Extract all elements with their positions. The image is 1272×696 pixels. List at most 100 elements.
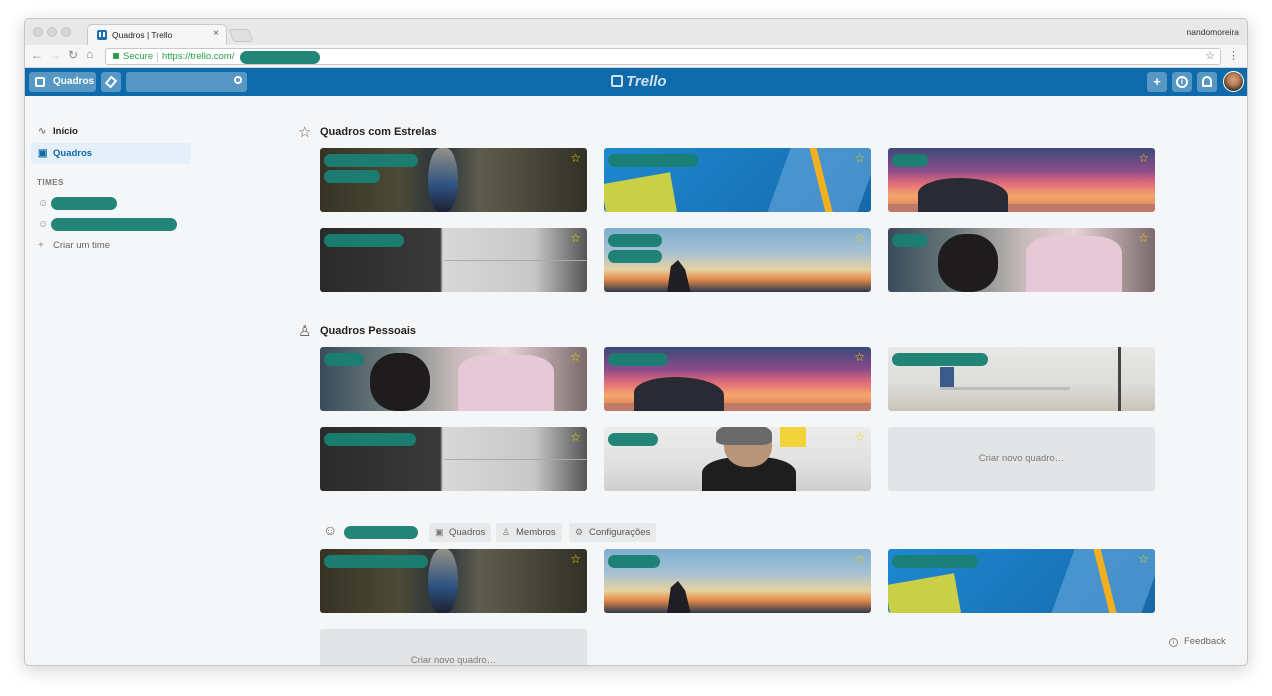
board-card[interactable]: ☆ <box>604 148 871 212</box>
minimize-window-dot[interactable] <box>47 27 57 37</box>
avatar[interactable] <box>1223 71 1244 92</box>
create-team-link[interactable]: + Criar um time <box>31 235 191 256</box>
close-window-dot[interactable] <box>33 27 43 37</box>
info-icon: i <box>1176 76 1188 88</box>
star-icon[interactable]: ☆ <box>1138 552 1149 566</box>
star-icon[interactable]: ☆ <box>854 231 865 245</box>
browser-menu-icon[interactable]: ⋮ <box>1228 49 1239 62</box>
person-icon: ♙ <box>502 527 511 537</box>
tab-team-boards[interactable]: ▣ Quadros <box>429 523 492 542</box>
star-icon[interactable]: ☆ <box>854 430 865 444</box>
browser-window: Quadros | Trello × nandomoreira ← → ↻ ⌂ … <box>24 18 1248 666</box>
star-icon[interactable]: ☆ <box>1138 151 1149 165</box>
redacted-team-title <box>344 526 418 539</box>
board-card[interactable]: ☆ <box>320 148 587 212</box>
tab-title: Quadros | Trello <box>112 30 173 40</box>
star-icon[interactable]: ☆ <box>570 231 581 245</box>
board-icon <box>35 77 45 87</box>
notifications-button[interactable] <box>1197 72 1217 92</box>
tag-icon <box>104 75 118 89</box>
tab-label: Configurações <box>589 527 651 538</box>
board-card[interactable]: ☆ <box>320 347 587 411</box>
redacted-team-name <box>51 197 117 210</box>
reload-icon[interactable]: ↻ <box>68 48 78 62</box>
search-icon[interactable] <box>234 76 242 84</box>
plus-icon: + <box>1153 74 1161 89</box>
star-icon[interactable]: ☆ <box>854 552 865 566</box>
starred-section-title: ☆ Quadros com Estrelas <box>298 124 437 141</box>
sidebar-item-label: Início <box>53 126 78 137</box>
star-icon[interactable]: ☆ <box>570 350 581 364</box>
board-card[interactable]: ☆ <box>320 549 587 613</box>
board-card[interactable]: ☆ <box>604 228 871 292</box>
address-bar[interactable]: Secure https://trello.com/ ☆ <box>105 48 1221 65</box>
create-team-board-button[interactable]: Criar novo quadro… <box>320 629 587 665</box>
trello-favicon <box>97 30 107 40</box>
header-search-input[interactable] <box>126 72 247 92</box>
add-button[interactable]: + <box>1147 72 1167 92</box>
boards-button-label: Quadros <box>53 76 95 87</box>
board-icon: ▣ <box>435 527 444 537</box>
info-button[interactable]: i <box>1172 72 1192 92</box>
gear-icon: ⚙ <box>575 527 584 537</box>
maximize-window-dot[interactable] <box>61 27 71 37</box>
personal-section-title: ♙ Quadros Pessoais <box>298 323 416 340</box>
star-icon[interactable]: ☆ <box>570 552 581 566</box>
feedback-label: Feedback <box>1184 636 1226 647</box>
tab-team-members[interactable]: ♙ Membros <box>496 523 562 542</box>
section-title-text: Quadros com Estrelas <box>320 126 437 138</box>
board-card[interactable]: ☆ <box>320 228 587 292</box>
board-card[interactable]: ☆ <box>888 228 1155 292</box>
bell-icon <box>1202 76 1212 87</box>
home-icon[interactable]: ⌂ <box>86 47 93 61</box>
trello-logo-icon <box>611 75 623 87</box>
team-icon: ☺ <box>38 198 49 209</box>
sidebar-item-quadros[interactable]: ▣ Quadros <box>31 143 191 164</box>
address-separator <box>157 52 158 62</box>
info-circle-icon: i <box>1169 638 1178 647</box>
browser-toolbar: ← → ↻ ⌂ Secure https://trello.com/ ☆ ⋮ <box>25 45 1247 68</box>
logo-text: Trello <box>626 73 667 90</box>
board-card[interactable]: ☆ <box>604 549 871 613</box>
star-icon[interactable]: ☆ <box>570 151 581 165</box>
board-card[interactable]: ☆ <box>604 427 871 491</box>
back-icon[interactable]: ← <box>31 48 43 62</box>
board-card[interactable]: ☆ <box>604 347 871 411</box>
team-icon: ☺ <box>38 219 49 230</box>
star-icon[interactable]: ☆ <box>854 151 865 165</box>
sidebar-team-2[interactable]: ☺ <box>31 214 191 235</box>
teams-heading: TIMES <box>37 178 64 187</box>
tab-team-settings[interactable]: ⚙ Configurações <box>569 523 657 542</box>
star-icon[interactable]: ☆ <box>1138 231 1149 245</box>
bookmark-star-icon[interactable]: ☆ <box>1205 49 1215 64</box>
create-board-button[interactable]: Criar novo quadro… <box>888 427 1155 491</box>
board-card[interactable] <box>888 347 1155 411</box>
sidebar-team-1[interactable]: ☺ <box>31 193 191 214</box>
person-icon: ♙ <box>298 323 312 340</box>
star-outline-icon: ☆ <box>298 124 312 141</box>
sidebar-item-inicio[interactable]: ∿ Início <box>31 121 191 142</box>
board-card[interactable]: ☆ <box>320 427 587 491</box>
tab-label: Membros <box>516 527 556 538</box>
tab-strip: Quadros | Trello × nandomoreira <box>25 19 1247 45</box>
team-icon: ☺ <box>323 522 338 538</box>
boards-button[interactable]: Quadros <box>29 72 96 92</box>
trello-logo[interactable]: Trello <box>611 73 667 90</box>
feedback-link[interactable]: i Feedback <box>1169 636 1226 647</box>
forward-icon[interactable]: → <box>49 48 61 62</box>
new-tab-button[interactable] <box>228 29 254 42</box>
redacted-url <box>240 51 320 64</box>
board-card[interactable]: ☆ <box>888 549 1155 613</box>
tab-close-icon[interactable]: × <box>213 28 219 39</box>
lock-icon <box>113 53 119 59</box>
plus-icon: + <box>38 240 44 251</box>
tab-label: Quadros <box>449 527 486 538</box>
star-icon[interactable]: ☆ <box>570 430 581 444</box>
pin-button[interactable] <box>101 72 121 92</box>
star-icon[interactable]: ☆ <box>854 350 865 364</box>
activity-icon: ∿ <box>38 126 47 137</box>
browser-tab[interactable]: Quadros | Trello × <box>87 24 227 45</box>
profile-name[interactable]: nandomoreira <box>1187 27 1239 37</box>
board-card[interactable]: ☆ <box>888 148 1155 212</box>
section-title-text: Quadros Pessoais <box>320 325 416 337</box>
